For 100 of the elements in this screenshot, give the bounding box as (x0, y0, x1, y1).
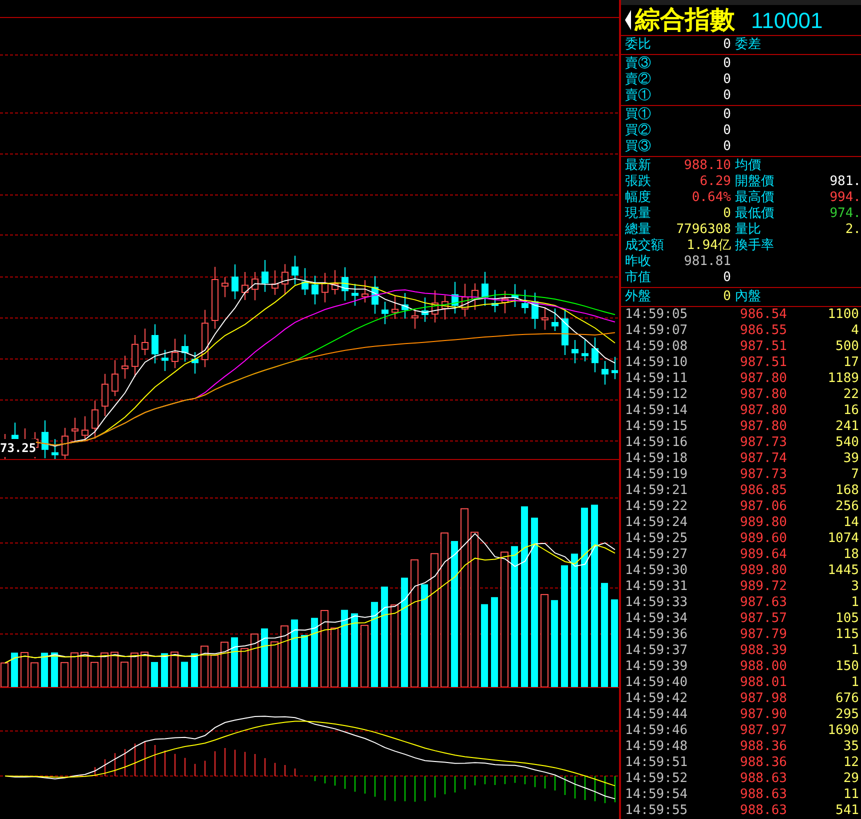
tick-time: 14:59:46 (625, 723, 689, 739)
tick-volume: 35 (843, 739, 860, 755)
tick-price: 987.74 (739, 451, 787, 467)
field-label: 現量 (625, 206, 652, 222)
tick-price: 989.72 (739, 579, 787, 595)
field-label: 總量 (625, 222, 652, 238)
field-label: 成交額 (625, 238, 665, 254)
tick-time: 14:59:21 (625, 483, 689, 499)
tick-time: 14:59:51 (625, 755, 689, 771)
tick-price: 987.51 (739, 339, 787, 355)
tick-time: 14:59:39 (625, 659, 689, 675)
tick-time: 14:59:22 (625, 499, 689, 515)
tick-volume: 18 (843, 547, 860, 563)
tick-time: 14:59:48 (625, 739, 689, 755)
tick-time: 14:59:10 (625, 355, 689, 371)
tick-price: 988.36 (739, 739, 787, 755)
tick-volume: 150 (836, 659, 860, 675)
tick-volume: 16 (843, 403, 860, 419)
tick-time: 14:59:31 (625, 579, 689, 595)
tick-volume: 105 (836, 611, 860, 627)
tick-time: 14:59:14 (625, 403, 689, 419)
field-value: 7796308 (675, 222, 731, 238)
tick-time: 14:59:34 (625, 611, 689, 627)
tick-volume: 500 (836, 339, 860, 355)
tick-volume: 115 (836, 627, 860, 643)
field-value: 0 (722, 123, 731, 139)
tick-price: 987.90 (739, 707, 787, 723)
tick-price: 987.98 (739, 691, 787, 707)
field-label: 幅度 (625, 190, 652, 206)
field-label: 最新 (625, 158, 652, 174)
tick-time: 14:59:40 (625, 675, 689, 691)
field-value: 994. (830, 190, 861, 206)
tick-volume: 1 (851, 643, 860, 659)
tick-time: 14:59:07 (625, 323, 689, 339)
tick-time: 14:59:12 (625, 387, 689, 403)
tick-volume: 1100 (828, 307, 860, 323)
tick-time: 14:59:11 (625, 371, 689, 387)
tick-volume: 29 (843, 771, 860, 787)
tick-price: 987.97 (739, 723, 787, 739)
left-triangle-icon (625, 10, 631, 30)
tick-price: 987.57 (739, 611, 787, 627)
tick-volume: 1 (851, 595, 860, 611)
field-value: 0 (722, 289, 731, 305)
tick-volume: 14 (843, 515, 860, 531)
field-value: 988.10 (683, 158, 731, 174)
tick-volume: 11 (843, 787, 860, 803)
tick-volume: 17 (843, 355, 860, 371)
tick-time: 14:59:55 (625, 803, 689, 819)
tick-price: 989.64 (739, 547, 787, 563)
field-value: 2. (845, 222, 861, 238)
tick-volume: 241 (836, 419, 860, 435)
tick-price: 989.80 (739, 515, 787, 531)
tick-volume: 39 (843, 451, 860, 467)
tick-price: 987.80 (739, 419, 787, 435)
field-value: 6.29 (698, 174, 731, 190)
tick-time: 14:59:05 (625, 307, 689, 323)
field-value: 0 (722, 37, 731, 53)
tick-price: 988.63 (739, 803, 787, 819)
tick-price: 988.63 (739, 771, 787, 787)
index-code: 110001 (751, 6, 823, 34)
tick-time: 14:59:33 (625, 595, 689, 611)
field-value: 0 (722, 206, 731, 222)
tick-time: 14:59:19 (625, 467, 689, 483)
tick-volume: 168 (836, 483, 860, 499)
tick-price: 988.63 (739, 787, 787, 803)
field-label: 買① (625, 107, 652, 123)
tick-time: 14:59:15 (625, 419, 689, 435)
field-value: 1.94亿 (686, 238, 731, 254)
tick-price: 987.06 (739, 499, 787, 515)
field-label: 換手率 (735, 238, 774, 254)
tick-volume: 12 (843, 755, 860, 771)
tick-time: 14:59:54 (625, 787, 689, 803)
field-label: 委差 (735, 37, 761, 53)
tick-price: 986.85 (739, 483, 787, 499)
field-value: 0 (722, 56, 731, 72)
tick-price: 987.73 (739, 435, 787, 451)
tick-time: 14:59:37 (625, 643, 689, 659)
tick-volume: 541 (836, 803, 860, 819)
field-label: 最高價 (735, 190, 774, 206)
tick-volume: 676 (836, 691, 860, 707)
tick-price: 988.36 (739, 755, 787, 771)
tick-price: 987.80 (739, 371, 787, 387)
tick-price: 986.54 (739, 307, 787, 323)
field-label: 賣② (625, 72, 652, 88)
field-value: 0 (722, 107, 731, 123)
low-price-label: 73.25 (0, 439, 36, 457)
tick-price: 988.39 (739, 643, 787, 659)
tick-volume: 4 (851, 323, 860, 339)
field-value: 0 (722, 72, 731, 88)
tick-time: 14:59:24 (625, 515, 689, 531)
tick-price: 987.63 (739, 595, 787, 611)
field-label: 內盤 (735, 289, 761, 305)
field-label: 賣① (625, 88, 652, 104)
tick-price: 989.80 (739, 563, 787, 579)
tick-time: 14:59:44 (625, 707, 689, 723)
tick-price: 989.60 (739, 531, 787, 547)
tick-time: 14:59:27 (625, 547, 689, 563)
tick-time: 14:59:36 (625, 627, 689, 643)
tick-volume: 1074 (828, 531, 860, 547)
tick-volume: 1189 (828, 371, 860, 387)
